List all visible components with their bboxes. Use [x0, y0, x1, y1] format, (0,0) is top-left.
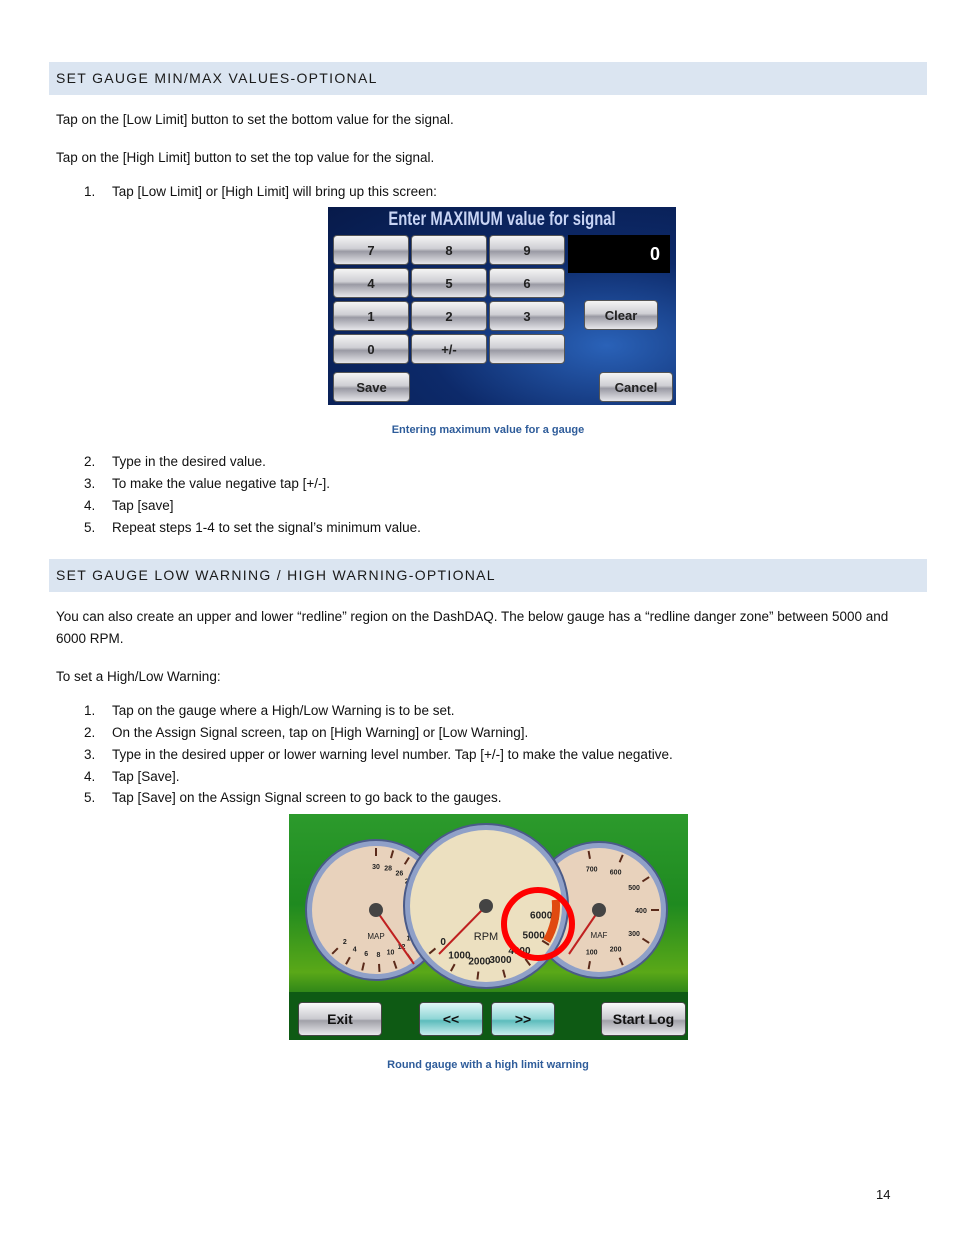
keypad-key[interactable]: 9	[489, 235, 565, 265]
gauge-tick	[587, 850, 591, 859]
gauge-tick-label: 600	[610, 869, 622, 876]
keypad-key[interactable]: 7	[333, 235, 409, 265]
gauge-tick-label: 28	[384, 866, 392, 873]
clear-button[interactable]: Clear	[584, 300, 658, 330]
keypad-key[interactable]	[489, 334, 565, 364]
keypad-key[interactable]: +/-	[411, 334, 487, 364]
paragraph: Tap on the [High Limit] button to set th…	[56, 150, 435, 165]
keypad-screenshot: Enter MAXIMUM value for signal 789 456 123…	[328, 207, 676, 405]
keypad-key[interactable]: 2	[411, 301, 487, 331]
gauge-tick-label: 100	[586, 949, 598, 956]
section-heading: SET GAUGE LOW WARNING / HIGH WARNING-OPT…	[56, 567, 496, 583]
keypad-key[interactable]: 4	[333, 268, 409, 298]
keypad-title: Enter MAXIMUM value for signal	[388, 209, 616, 230]
keypad-key[interactable]: 5	[411, 268, 487, 298]
needle-hub	[479, 899, 493, 913]
paragraph: You can also create an upper and lower “…	[56, 609, 889, 646]
keypad-key[interactable]: 3	[489, 301, 565, 331]
section-heading-bar: SET GAUGE LOW WARNING / HIGH WARNING-OPT…	[49, 559, 927, 592]
gauge-tick-label: 4	[353, 947, 357, 954]
page-number: 14	[876, 1187, 891, 1202]
gauge-tick-label: 5000	[523, 930, 546, 941]
needle-hub	[592, 903, 606, 917]
gauge-tick-label: 700	[586, 867, 598, 874]
keypad-key[interactable]: 0	[333, 334, 409, 364]
needle-hub	[369, 903, 383, 917]
gauge-tick-label: 300	[628, 931, 640, 938]
section-heading-bar: SET GAUGE MIN/MAX VALUES-OPTIONAL	[49, 62, 927, 95]
gauge-tick-label: 2	[343, 939, 347, 946]
gauges-screenshot: 24681012141618202224262830MAP10020030040…	[289, 814, 688, 1040]
gauge-tick-label: 8	[377, 952, 381, 959]
start-log-button[interactable]: Start Log	[601, 1002, 686, 1036]
paragraph: Tap on the [Low Limit] button to set the…	[56, 112, 454, 127]
gauge-tick-label: 200	[610, 947, 622, 954]
gauge-tick-label: 26	[396, 871, 404, 878]
save-button[interactable]: Save	[333, 372, 410, 402]
gauge-tick-label: 6	[364, 951, 368, 958]
gauge-tick	[476, 971, 480, 980]
cancel-button[interactable]: Cancel	[599, 372, 673, 402]
keypad-key[interactable]: 1	[333, 301, 409, 331]
gauge-tick-label: 500	[628, 885, 640, 892]
next-button[interactable]: >>	[491, 1002, 555, 1036]
gauge-label: MAP	[367, 932, 384, 941]
gauge-tick-label: 30	[372, 864, 380, 871]
paragraph: To set a High/Low Warning:	[56, 669, 221, 684]
figure-caption: Entering maximum value for a gauge	[391, 424, 585, 436]
gauge-label: MAF	[591, 931, 608, 940]
section-heading: SET GAUGE MIN/MAX VALUES-OPTIONAL	[56, 70, 378, 86]
value-display: 0	[568, 235, 670, 273]
figure-caption: Round gauge with a high limit warning	[387, 1059, 589, 1071]
gauge-tick-label: 2000	[468, 957, 491, 968]
prev-button[interactable]: <<	[419, 1002, 483, 1036]
keypad-key[interactable]: 6	[489, 268, 565, 298]
exit-button[interactable]: Exit	[298, 1002, 382, 1036]
gauge-tick	[587, 961, 591, 970]
document-page: SET GAUGE MIN/MAX VALUES-OPTIONAL Tap on…	[0, 0, 954, 1235]
keypad-key[interactable]: 8	[411, 235, 487, 265]
gauge-tick-label: 6000	[530, 911, 553, 922]
gauge-label: RPM	[474, 931, 498, 943]
gauge-tick-label: 400	[635, 908, 647, 915]
gauge-tick-label: 10	[387, 950, 395, 957]
